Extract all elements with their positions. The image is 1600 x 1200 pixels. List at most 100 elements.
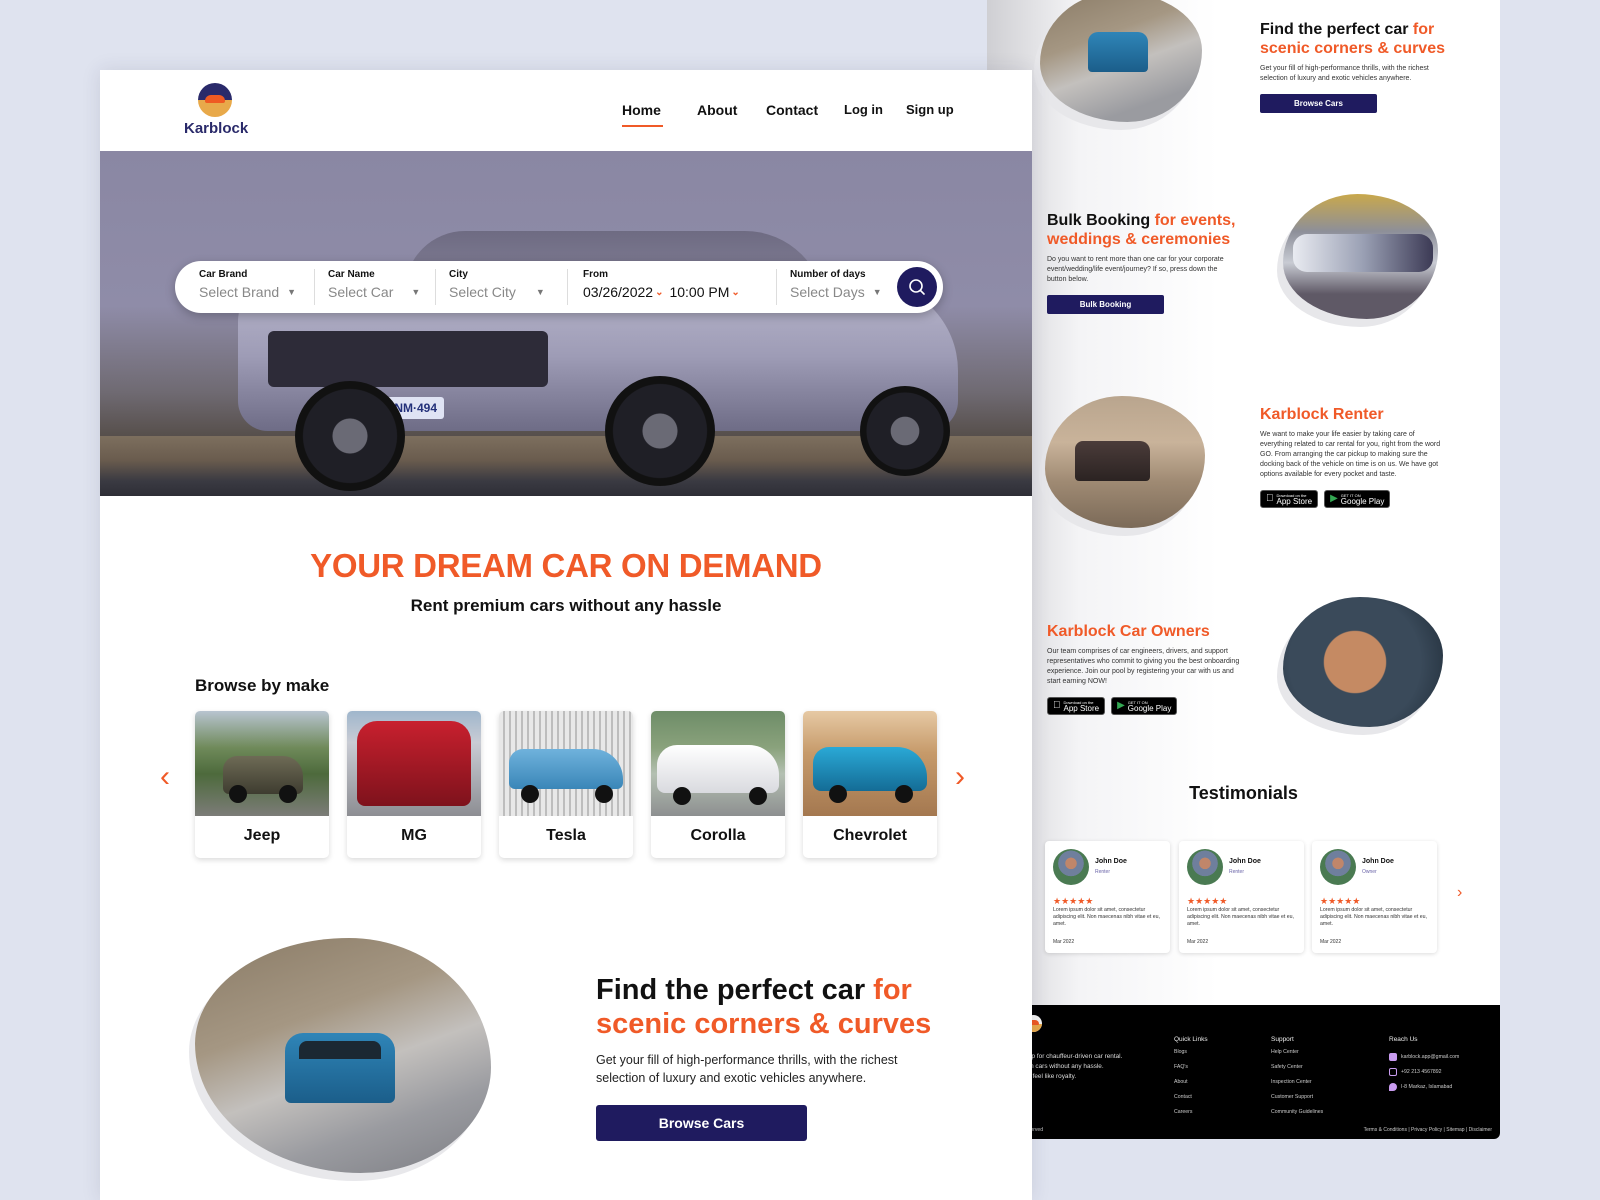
rp-perfect-title: Find the perfect car for scenic corners … <box>1260 21 1445 57</box>
rp-browse-cars-button[interactable]: Browse Cars <box>1260 94 1377 113</box>
rp-owners-section: Karblock Car Owners Our team comprises o… <box>1047 622 1247 715</box>
make-card-corolla[interactable]: Corolla <box>651 711 785 858</box>
app-store-badge[interactable]:  Download on theApp Store <box>1260 490 1319 508</box>
testimonial-card: John Doe Renter ★★★★★ Lorem ipsum dolor … <box>1179 841 1304 953</box>
google-play-icon: ▶ <box>1109 700 1125 711</box>
caret-down-icon: ▼ <box>872 287 882 297</box>
footer-link[interactable]: Blogs <box>1174 1049 1208 1064</box>
app-store-badge[interactable]:  Download on theApp Store <box>1047 697 1106 715</box>
rp-bulk-section: Bulk Booking for events, weddings & cere… <box>1047 211 1247 314</box>
nav-signup[interactable]: Sign up <box>906 102 954 117</box>
perfect-car-section: Find the perfect car for scenic corners … <box>596 973 931 1141</box>
search-icon <box>909 279 925 295</box>
hero-banner: 1ANM·494 Car Brand Select Brand ▼ Car Nam… <box>100 151 1032 496</box>
footer-link[interactable]: FAQ's <box>1174 1064 1208 1079</box>
avatar <box>1053 849 1089 885</box>
car-logo-icon <box>198 83 232 117</box>
rp-bulk-text: Do you want to rent more than one car fo… <box>1047 256 1224 283</box>
legal-links[interactable]: Terms & Conditions | Privacy Policy | Si… <box>1364 1127 1492 1133</box>
footer-link[interactable]: Customer Support <box>1271 1094 1323 1109</box>
testimonial-card: John Doe Owner ★★★★★ Lorem ipsum dolor s… <box>1312 841 1437 953</box>
caret-down-icon: ▼ <box>287 287 297 297</box>
chevrolet-image <box>803 711 937 816</box>
from-date[interactable]: 03/26/2022 <box>583 284 653 300</box>
avatar <box>1187 849 1223 885</box>
page-headline: YOUR DREAM CAR ON DEMAND <box>310 547 822 584</box>
jeep-image <box>195 711 329 816</box>
logo[interactable]: Karblock <box>184 83 250 137</box>
city-select[interactable]: City Select City ▼ <box>449 269 545 307</box>
browse-cars-button[interactable]: Browse Cars <box>596 1105 807 1141</box>
rp-renter-text: We want to make your life easier by taki… <box>1260 431 1441 478</box>
mail-icon <box>1389 1052 1397 1061</box>
google-play-badge[interactable]: ▶ GET IT ON Google Play <box>1109 697 1178 715</box>
mg-image <box>347 711 481 816</box>
star-rating: ★★★★★ <box>1320 896 1361 906</box>
phone-icon <box>1389 1067 1397 1076</box>
scenic-road-car-image <box>195 938 491 1173</box>
location-pin-icon <box>1389 1082 1397 1091</box>
avatar <box>1320 849 1356 885</box>
footer-link[interactable]: Inspection Center <box>1271 1079 1323 1094</box>
footer-quick-links: Quick Links Blogs FAQ's About Contact Ca… <box>1174 1036 1208 1124</box>
rp-bulk-title: Bulk Booking for events, weddings & cere… <box>1047 212 1236 248</box>
rp-owners-title: Karblock Car Owners <box>1047 623 1210 640</box>
nav-contact[interactable]: Contact <box>766 102 818 118</box>
testimonials-next-chevron-icon[interactable]: › <box>1457 884 1462 902</box>
footer-link[interactable]: Community Guidelines <box>1271 1109 1323 1124</box>
rp-owners-text: Our team comprises of car engineers, dri… <box>1047 648 1240 685</box>
from-datetime-picker[interactable]: From 03/26/2022 ⌄ 10:00 PM ⌄ <box>583 269 744 307</box>
footer-link[interactable]: Contact <box>1174 1094 1208 1109</box>
bulk-booking-button[interactable]: Bulk Booking <box>1047 295 1164 314</box>
navbar: Karblock Home About Contact Log in Sign … <box>100 70 1032 151</box>
google-play-icon: ▶ <box>1322 493 1338 504</box>
parked-cars-image <box>1283 194 1438 319</box>
nav-home[interactable]: Home <box>622 102 661 118</box>
make-card-mg[interactable]: MG <box>347 711 481 858</box>
caret-down-icon: ▼ <box>411 287 421 297</box>
star-rating: ★★★★★ <box>1053 896 1094 906</box>
browse-by-make-title: Browse by make <box>195 676 330 695</box>
testimonial-card: John Doe Renter ★★★★★ Lorem ipsum dolor … <box>1045 841 1170 953</box>
make-card-tesla[interactable]: Tesla <box>499 711 633 858</box>
rp-renter-title: Karblock Renter <box>1260 406 1384 423</box>
apple-icon:  <box>1266 494 1274 504</box>
make-card-jeep[interactable]: Jeep <box>195 711 329 858</box>
carousel-prev-chevron-icon[interactable]: ‹ <box>160 760 170 794</box>
secondary-page-preview: Find the perfect car for scenic corners … <box>987 0 1500 1139</box>
make-card-chevrolet[interactable]: Chevrolet <box>803 711 937 858</box>
chevron-down-icon: ⌄ <box>655 286 664 298</box>
google-play-badge[interactable]: ▶ GET IT ON Google Play <box>1322 490 1391 508</box>
perfect-car-title: Find the perfect car for scenic corners … <box>596 974 932 1040</box>
scenic-car-image <box>1040 0 1202 122</box>
footer-email[interactable]: karblock.app@gmail.com <box>1389 1049 1459 1064</box>
footer-link[interactable]: Help Center <box>1271 1049 1323 1064</box>
number-of-days-select[interactable]: Number of days Select Days ▼ <box>790 269 882 307</box>
main-page: Karblock Home About Contact Log in Sign … <box>100 70 1032 1200</box>
from-time[interactable]: 10:00 PM <box>669 284 729 300</box>
caret-down-icon: ▼ <box>535 287 545 297</box>
footer-link[interactable]: About <box>1174 1079 1208 1094</box>
corolla-image <box>651 711 785 816</box>
car-brand-select[interactable]: Car Brand Select Brand ▼ <box>199 269 296 307</box>
footer-link[interactable]: Safety Center <box>1271 1064 1323 1079</box>
footer-address: I-8 Markaz, Islamabad <box>1389 1079 1459 1094</box>
footer-phone[interactable]: +92 213 4567892 <box>1389 1064 1459 1079</box>
tesla-image <box>499 711 633 816</box>
chevron-down-icon: ⌄ <box>731 286 740 298</box>
star-rating: ★★★★★ <box>1187 896 1228 906</box>
search-button[interactable] <box>897 267 937 307</box>
nav-about[interactable]: About <box>697 102 737 118</box>
car-key-hand-image <box>1283 597 1443 727</box>
car-name-select[interactable]: Car Name Select Car ▼ <box>328 269 420 307</box>
perfect-car-text: Get your fill of high-performance thrill… <box>596 1053 898 1085</box>
search-bar: Car Brand Select Brand ▼ Car Name Select … <box>175 261 943 313</box>
rp-renter-section: Karblock Renter We want to make your lif… <box>1260 405 1445 508</box>
carousel-next-chevron-icon[interactable]: › <box>955 760 965 794</box>
nav-login[interactable]: Log in <box>844 102 883 117</box>
footer: Karblock Karblock is your one-stop-shop … <box>947 1005 1500 1139</box>
apple-icon:  <box>1053 701 1061 711</box>
active-nav-indicator <box>622 125 663 127</box>
footer-link[interactable]: Careers <box>1174 1109 1208 1124</box>
footer-support: Support Help Center Safety Center Inspec… <box>1271 1036 1323 1124</box>
